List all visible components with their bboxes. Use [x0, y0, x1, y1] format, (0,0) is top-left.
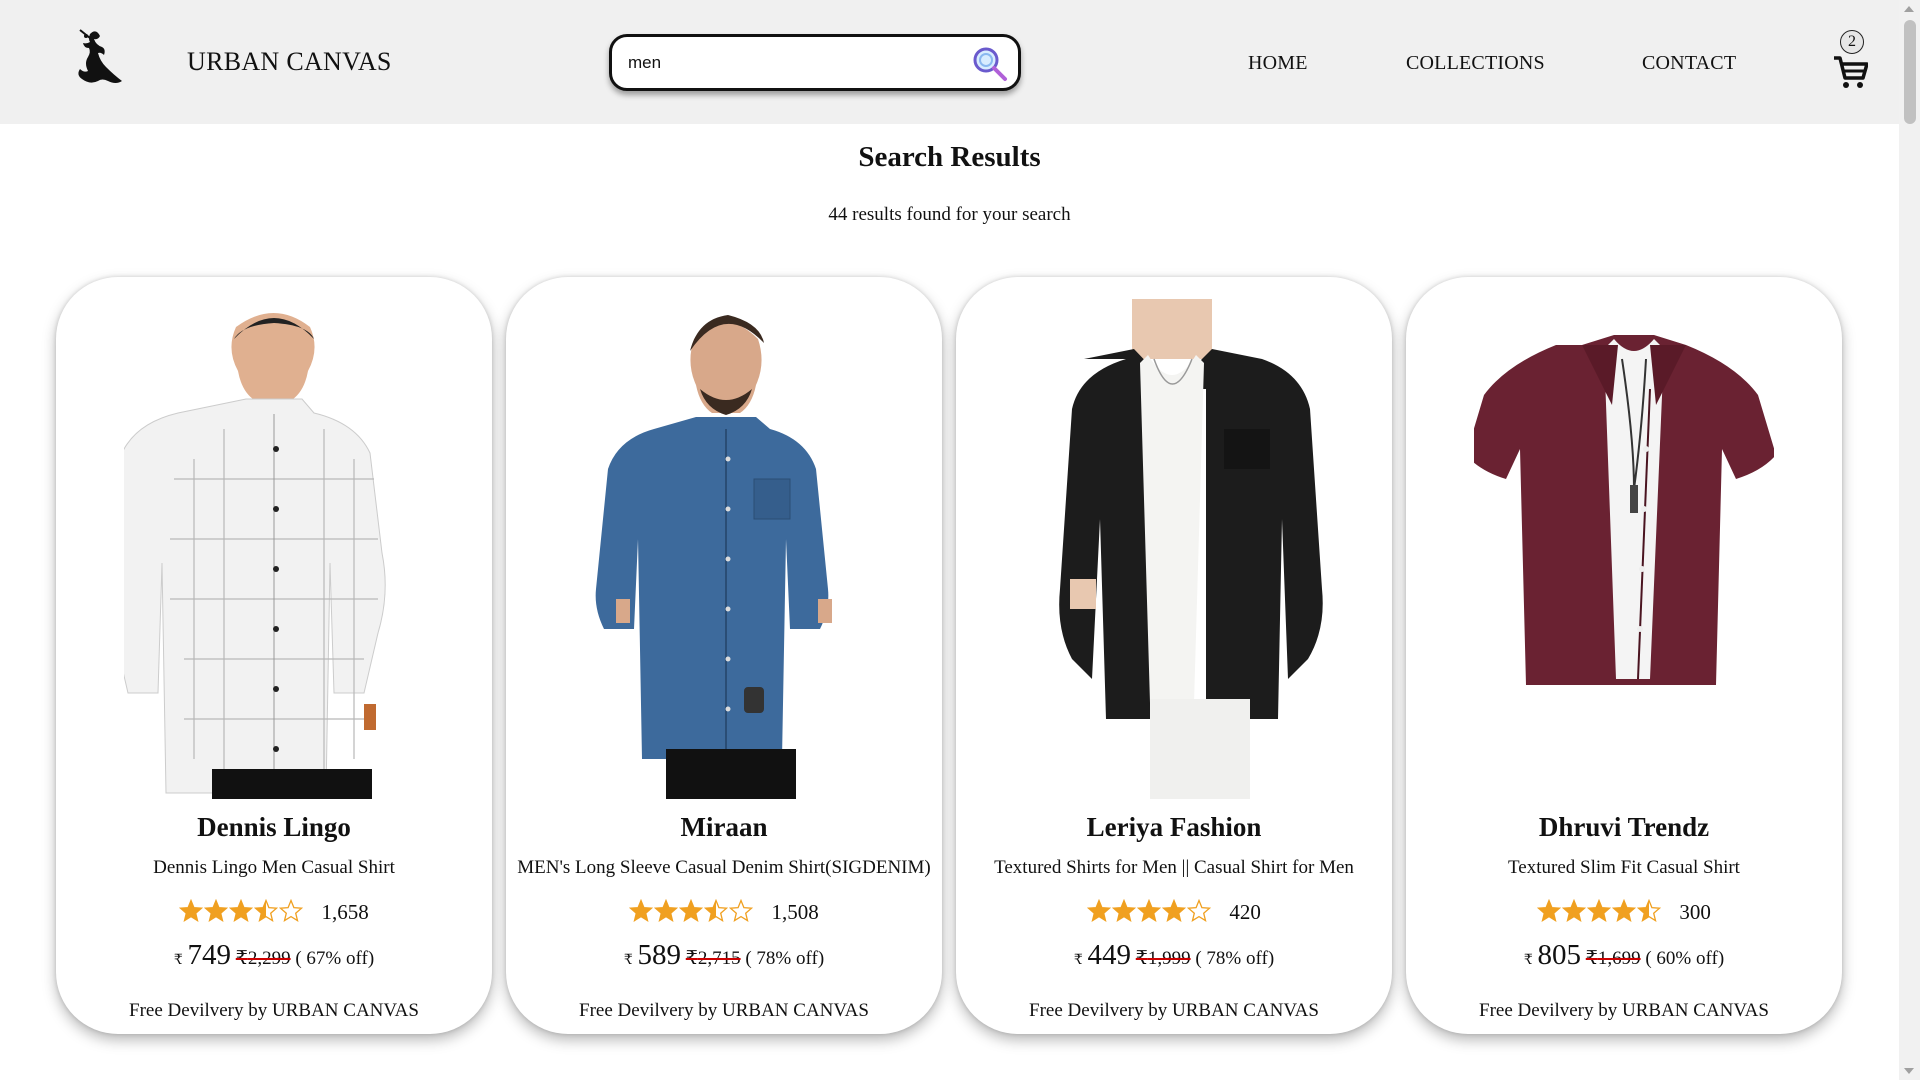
- rupee-symbol: ₹: [173, 953, 183, 968]
- star-icon: [704, 899, 729, 922]
- nav-collections[interactable]: COLLECTIONS: [1406, 52, 1545, 75]
- discount-text: ( 60% off): [1645, 948, 1725, 969]
- product-brand: Leriya Fashion: [1086, 812, 1262, 842]
- current-price: 749: [187, 939, 232, 971]
- product-description: Textured Slim Fit Casual Shirt: [1508, 857, 1740, 878]
- delivery-note: Free Devilvery by URBAN CANVAS: [1479, 1000, 1769, 1021]
- original-price: ₹1,999: [1135, 948, 1191, 969]
- star-icon: [1087, 899, 1112, 922]
- search-box: [609, 34, 1021, 91]
- product-description: Textured Shirts for Men || Casual Shirt …: [994, 857, 1354, 878]
- product-description: MEN's Long Sleeve Casual Denim Shirt(SIG…: [517, 857, 931, 878]
- results-count: 44 results found for your search: [828, 204, 1071, 225]
- cart-button[interactable]: 2: [1830, 28, 1874, 94]
- product-brand: Dhruvi Trendz: [1538, 812, 1710, 842]
- product-image-black-textured-shirt[interactable]: [1024, 299, 1324, 799]
- star-icon: [279, 899, 304, 922]
- brand-name[interactable]: URBAN CANVAS: [187, 47, 392, 77]
- page-scrollbar[interactable]: [1899, 0, 1920, 1080]
- star-icon: [1187, 899, 1212, 922]
- original-price: ₹1,699: [1585, 948, 1641, 969]
- site-header: URBAN CANVAS HOME COLLECTIONS CONTACT 2: [0, 0, 1899, 124]
- discount-text: ( 67% off): [295, 948, 375, 969]
- star-icon: [1637, 899, 1662, 922]
- star-rating-icon: [1087, 899, 1212, 929]
- star-icon: [654, 899, 679, 922]
- star-icon: [204, 899, 229, 922]
- product-description: Dennis Lingo Men Casual Shirt: [153, 857, 395, 878]
- search-results-title: Search Results: [858, 141, 1041, 173]
- brand-logo-icon[interactable]: [66, 28, 122, 94]
- delivery-note: Free Devilvery by URBAN CANVAS: [579, 1000, 869, 1021]
- current-price: 589: [637, 939, 682, 971]
- product-price: ₹ 749 ₹2,299 ( 67% off): [56, 939, 492, 972]
- star-icon: [729, 899, 754, 922]
- star-icon: [1562, 899, 1587, 922]
- scroll-up-arrow-icon[interactable]: [1904, 6, 1914, 12]
- delivery-note: Free Devilvery by URBAN CANVAS: [1029, 1000, 1319, 1021]
- scrollbar-thumb[interactable]: [1904, 20, 1916, 124]
- star-rating-icon: [1537, 899, 1662, 929]
- star-icon: [629, 899, 654, 922]
- product-brand: Miraan: [680, 812, 768, 842]
- rupee-symbol: ₹: [1073, 953, 1083, 968]
- scroll-down-arrow-icon[interactable]: [1904, 1068, 1914, 1074]
- product-card[interactable]: Miraan MEN's Long Sleeve Casual Denim Sh…: [506, 277, 942, 1034]
- review-count: 420: [1229, 899, 1261, 924]
- nav-contact[interactable]: CONTACT: [1642, 52, 1736, 75]
- star-icon: [1137, 899, 1162, 922]
- product-image-maroon-shirt[interactable]: [1474, 299, 1774, 799]
- discount-text: ( 78% off): [1195, 948, 1275, 969]
- star-icon: [1162, 899, 1187, 922]
- star-icon: [1587, 899, 1612, 922]
- product-price: ₹ 805 ₹1,699 ( 60% off): [1406, 939, 1842, 972]
- star-icon: [1537, 899, 1562, 922]
- product-image-white-checked-shirt[interactable]: [124, 299, 424, 799]
- star-icon: [254, 899, 279, 922]
- rupee-symbol: ₹: [1523, 953, 1533, 968]
- review-count: 1,658: [321, 899, 369, 924]
- star-icon: [1612, 899, 1637, 922]
- original-price: ₹2,715: [685, 948, 741, 969]
- cart-count-badge: 2: [1840, 30, 1864, 54]
- nav-home[interactable]: HOME: [1248, 52, 1308, 75]
- search-icon[interactable]: [970, 44, 1010, 84]
- product-card[interactable]: Leriya Fashion Textured Shirts for Men |…: [956, 277, 1392, 1034]
- product-rating: 1,508: [506, 899, 942, 929]
- current-price: 449: [1087, 939, 1132, 971]
- delivery-note: Free Devilvery by URBAN CANVAS: [129, 1000, 419, 1021]
- product-rating: 420: [956, 899, 1392, 929]
- discount-text: ( 78% off): [745, 948, 825, 969]
- star-icon: [179, 899, 204, 922]
- current-price: 805: [1537, 939, 1582, 971]
- review-count: 300: [1679, 899, 1711, 924]
- product-brand: Dennis Lingo: [197, 812, 351, 842]
- star-icon: [1112, 899, 1137, 922]
- product-image-blue-denim-shirt[interactable]: [574, 299, 874, 799]
- star-rating-icon: [179, 899, 304, 929]
- product-price: ₹ 589 ₹2,715 ( 78% off): [506, 939, 942, 972]
- rupee-symbol: ₹: [623, 953, 633, 968]
- product-price: ₹ 449 ₹1,999 ( 78% off): [956, 939, 1392, 972]
- star-icon: [229, 899, 254, 922]
- product-card[interactable]: Dennis Lingo Dennis Lingo Men Casual Shi…: [56, 277, 492, 1034]
- product-card[interactable]: Dhruvi Trendz Textured Slim Fit Casual S…: [1406, 277, 1842, 1034]
- original-price: ₹2,299: [235, 948, 291, 969]
- review-count: 1,508: [771, 899, 819, 924]
- star-icon: [679, 899, 704, 922]
- product-rating: 300: [1406, 899, 1842, 929]
- cart-icon: [1834, 56, 1868, 88]
- product-rating: 1,658: [56, 899, 492, 929]
- star-rating-icon: [629, 899, 754, 929]
- search-input[interactable]: [628, 48, 968, 78]
